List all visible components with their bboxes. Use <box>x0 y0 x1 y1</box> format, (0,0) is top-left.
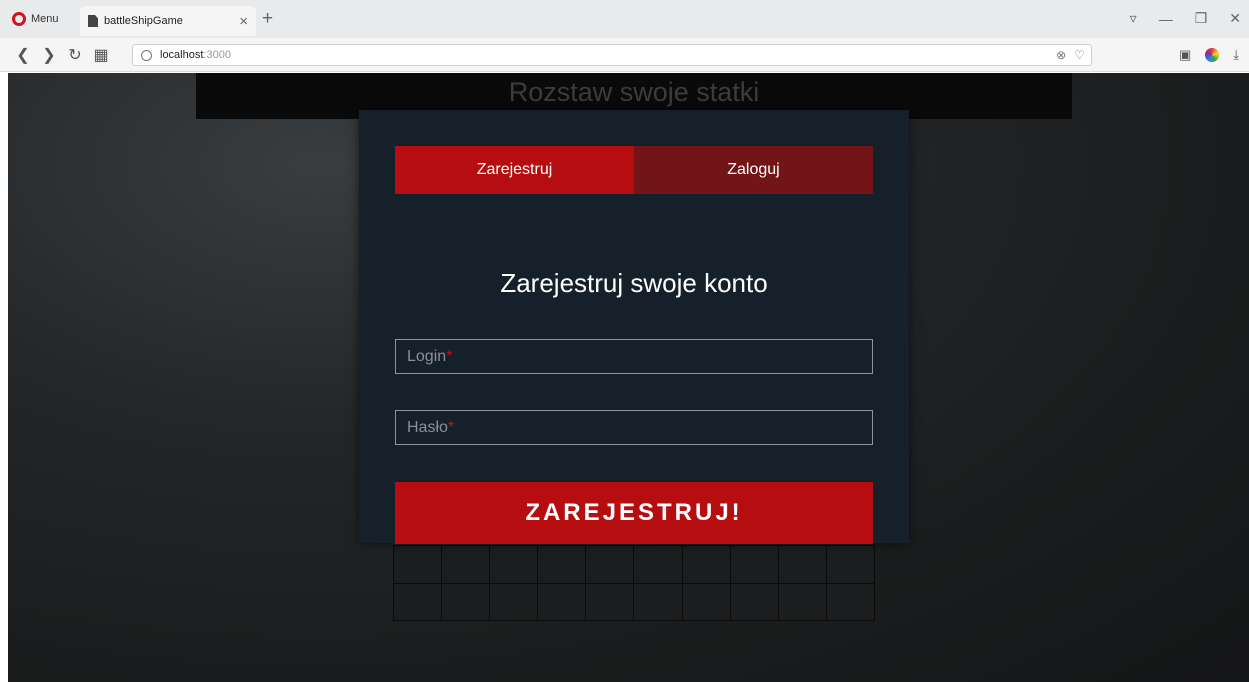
page-title: Rozstaw swoje statki <box>508 77 760 107</box>
tab-close-icon[interactable]: × <box>239 13 248 30</box>
close-icon[interactable]: ✕ <box>1229 10 1241 27</box>
board-cell[interactable] <box>778 583 826 620</box>
block-icon[interactable]: ⊗ <box>1056 48 1066 62</box>
auth-modal: Zarejestruj Zaloguj Zarejestruj swoje ko… <box>359 110 909 544</box>
board-cell[interactable] <box>586 546 634 583</box>
document-icon <box>88 15 98 27</box>
globe-icon <box>141 49 152 61</box>
tab-register[interactable]: Zarejestruj <box>395 146 634 194</box>
opera-logo-icon <box>12 12 26 26</box>
board-cell[interactable] <box>394 546 442 583</box>
snapshot-icon[interactable]: ▣ <box>1179 47 1191 63</box>
url-field[interactable]: localhost:3000 ⊗ ♡ <box>132 44 1092 66</box>
menu-label: Menu <box>31 13 59 25</box>
board-cell[interactable] <box>826 583 874 620</box>
board-cell[interactable] <box>538 546 586 583</box>
board-cell[interactable] <box>586 583 634 620</box>
game-board-grid <box>393 545 875 621</box>
heart-icon[interactable]: ♡ <box>1074 48 1085 62</box>
login-placeholder: Login* <box>407 348 453 365</box>
board-cell[interactable] <box>442 546 490 583</box>
game-page: Rozstaw swoje statki Zarejestruj Zaloguj… <box>8 73 1249 682</box>
url-actions: ⊗ ♡ <box>1056 48 1085 62</box>
modal-title: Zarejestruj swoje konto <box>500 268 768 298</box>
board-cell[interactable] <box>634 546 682 583</box>
board-cell[interactable] <box>490 546 538 583</box>
board-cell[interactable] <box>394 583 442 620</box>
board-cell[interactable] <box>778 546 826 583</box>
minimize-icon[interactable]: — <box>1159 11 1173 27</box>
reload-icon[interactable]: ↻ <box>64 45 86 65</box>
board-cell[interactable] <box>442 583 490 620</box>
back-icon[interactable]: ❮ <box>12 45 34 65</box>
board-cell[interactable] <box>730 546 778 583</box>
restore-icon[interactable]: ❐ <box>1195 10 1208 27</box>
address-toolbar: ❮ ❯ ↻ ▦ localhost:3000 ⊗ ♡ ▣ ⤓ <box>0 38 1249 72</box>
opera-menu-button[interactable]: Menu <box>0 0 69 38</box>
auth-tabs: Zarejestruj Zaloguj <box>395 146 873 194</box>
tab-login[interactable]: Zaloguj <box>634 146 873 194</box>
board-cell[interactable] <box>682 546 730 583</box>
download-icon[interactable]: ⤓ <box>1233 47 1239 63</box>
browser-tab-bar: Menu battleShipGame × + ▿ — ❐ ✕ <box>0 0 1249 38</box>
board-cell[interactable] <box>634 583 682 620</box>
url-text: localhost:3000 <box>160 49 231 61</box>
board-cell[interactable] <box>490 583 538 620</box>
password-placeholder: Hasło* <box>407 419 455 436</box>
extension-icons: ▣ ⤓ <box>1179 47 1239 63</box>
tab-menu-icon[interactable]: ▿ <box>1130 10 1137 27</box>
board-cell[interactable] <box>826 546 874 583</box>
color-wheel-icon[interactable] <box>1205 48 1220 62</box>
register-submit-button[interactable]: ZAREJESTRUJ! <box>395 482 873 544</box>
tab-title: battleShipGame <box>104 15 183 27</box>
new-tab-button[interactable]: + <box>262 8 273 30</box>
board-cell[interactable] <box>538 583 586 620</box>
browser-tab[interactable]: battleShipGame × <box>80 6 256 36</box>
board-cell[interactable] <box>682 583 730 620</box>
login-field[interactable]: Login* <box>395 339 873 374</box>
board-cell[interactable] <box>730 583 778 620</box>
speed-dial-icon[interactable]: ▦ <box>90 45 112 65</box>
window-controls: ▿ — ❐ ✕ <box>1130 10 1241 27</box>
forward-icon[interactable]: ❯ <box>38 45 60 65</box>
nav-buttons: ❮ ❯ ↻ ▦ <box>0 45 112 65</box>
password-field[interactable]: Hasło* <box>395 410 873 445</box>
